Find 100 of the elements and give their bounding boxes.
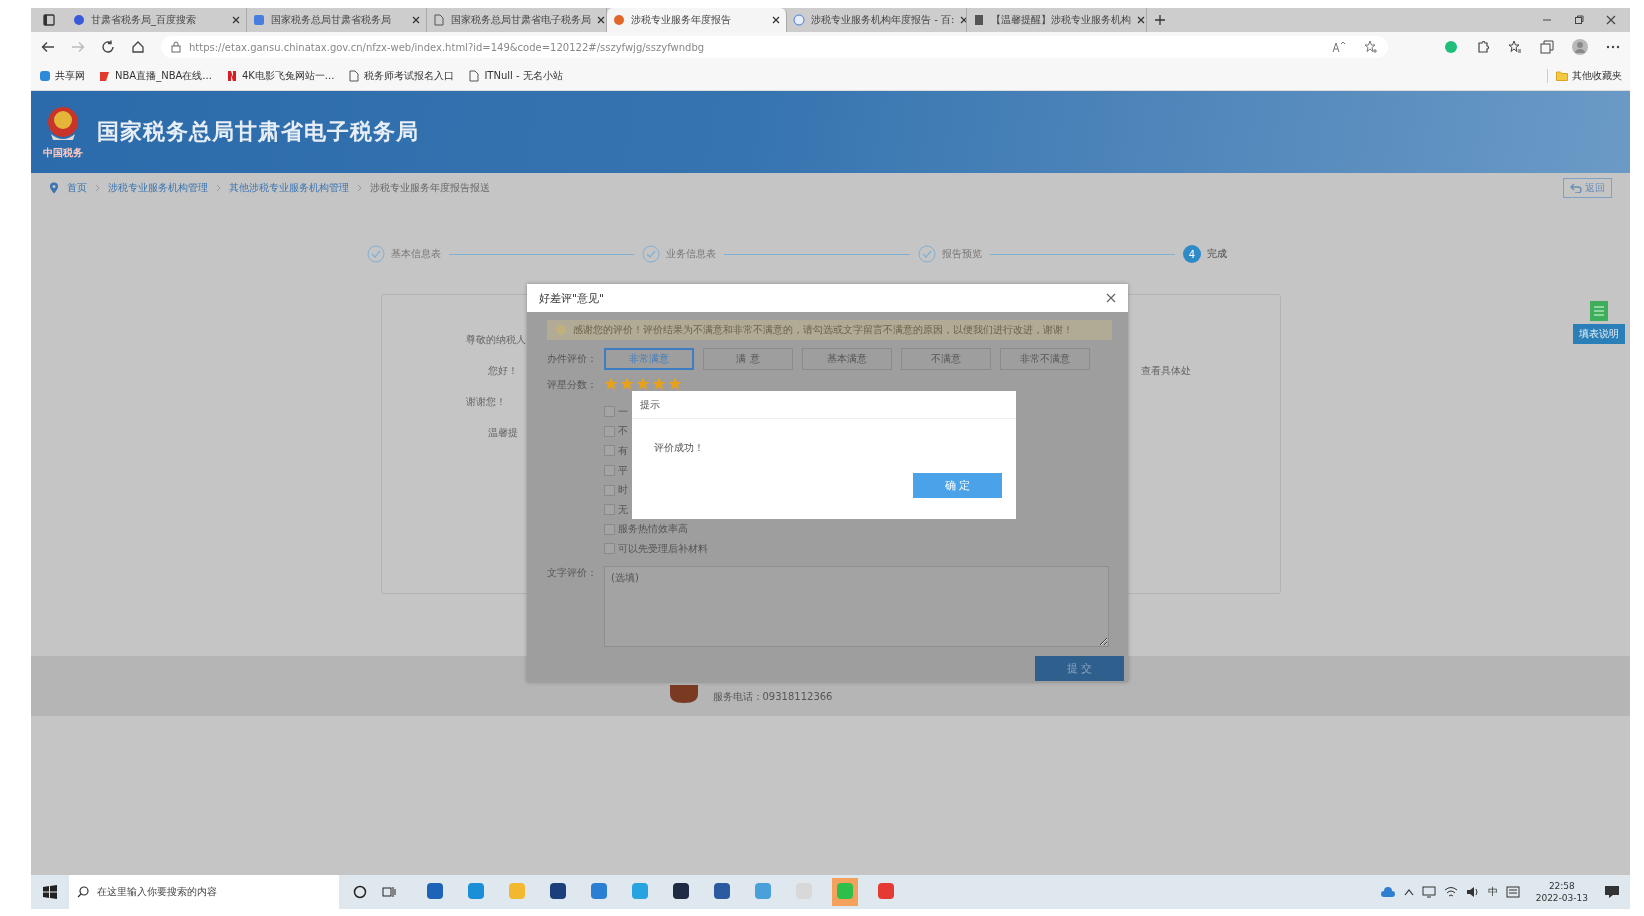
close-icon[interactable] [597,16,605,24]
restore-icon[interactable] [1574,15,1584,25]
check-circle-icon [642,245,661,263]
app-icon[interactable] [712,881,732,901]
input-method-indicator[interactable]: 中 [1487,885,1498,899]
card-text: 温馨提 [486,426,518,440]
site-title: 国家税务总局甘肃省电子税务局 [97,118,419,146]
app-icon[interactable] [671,881,691,901]
refresh-icon[interactable] [101,40,115,54]
puzzle-icon[interactable] [1476,40,1490,54]
chevron-up-icon[interactable] [1403,888,1414,896]
browser-tab[interactable]: 涉税专业服务年度报告 [607,8,787,32]
close-icon[interactable] [232,16,240,24]
site-icon [225,70,238,82]
page-icon [348,70,361,82]
search-icon [77,886,89,898]
favorites-icon[interactable] [1508,40,1522,54]
checkbox[interactable] [604,543,615,555]
bookmark[interactable]: ITNull - 无名小站 [468,69,563,83]
dialog-title: 好差评"意见" [539,290,605,306]
more-icon[interactable] [1606,45,1620,49]
notification-icon[interactable] [1604,885,1620,899]
step-number: 4 [1183,245,1201,263]
bookmark-folder[interactable]: 其他收藏夹 [1547,69,1622,83]
collections-icon[interactable] [1540,40,1554,54]
close-icon[interactable] [1106,293,1116,303]
breadcrumb-current: 涉税专业服务年度报告报送 [370,181,490,195]
notice-text: 感谢您的评价！评价结果为不满意和非常不满意的，请勾选或文字留言不满意的原因，以便我们进行改进，谢谢！ [573,323,1073,337]
clock-time[interactable]: 22:58 [1548,880,1575,892]
checkbox-label: 时 [618,483,628,498]
service-phone: 服务电话：09318112366 [712,690,833,704]
step-label: 报告预览 [941,247,982,261]
star-icon[interactable] [636,376,650,391]
add-favorite-icon[interactable] [1364,40,1378,54]
help-button[interactable]: 填表说明 [1573,324,1625,344]
page-icon [468,70,481,82]
chevron-icon [216,184,221,192]
taskbar-search-field[interactable]: 在这里输入你要搜索的内容 [69,875,339,909]
star-icon[interactable] [652,376,666,391]
star-icon[interactable] [668,376,682,391]
wifi-icon[interactable] [1443,886,1458,898]
star-rating[interactable] [604,376,682,391]
checkbox[interactable] [604,445,615,457]
location-pin-icon [49,182,59,194]
close-icon[interactable] [1137,16,1145,24]
checkbox[interactable] [604,504,615,516]
field-label: 办件评价： [547,352,598,366]
chevron-icon [95,184,100,192]
card-text: 谢谢您！ [465,395,506,409]
close-icon[interactable] [412,16,420,24]
star-icon[interactable] [604,376,618,391]
close-icon[interactable] [960,16,966,24]
checkbox[interactable] [604,406,615,418]
display-icon[interactable] [1421,886,1436,898]
speaker-icon[interactable] [1465,886,1480,898]
checkbox-label: 平 [618,463,628,478]
comment-field[interactable]: (选填) [604,565,1109,647]
checkbox-label: 无 [618,502,628,517]
bookmark[interactable]: 共享网 [39,69,85,83]
check-circle-icon [917,245,936,263]
bookmark[interactable]: NBA直播_NBA在线... [99,69,212,83]
checkbox-label: 不 [618,424,628,439]
profile-icon[interactable] [1572,39,1588,55]
read-aloud-icon[interactable] [1332,41,1346,53]
card-text: 尊敬的纳税人 [465,333,527,347]
windows-icon[interactable] [43,885,57,899]
extension-icon[interactable] [1444,40,1458,54]
circle-icon[interactable] [353,885,367,899]
field-label: 评星分数： [547,378,598,392]
bookmark[interactable]: 4K电影飞兔网站一... [225,69,335,83]
card-text: 您好！ [486,364,518,378]
close-icon[interactable] [772,16,780,24]
alert-message: 评价成功！ [653,441,705,455]
checkbox[interactable] [604,523,615,535]
field-label: 文字评价： [547,565,598,580]
url-text: https://etax.gansu.chinatax.gov.cn/nfzx-web/index.html?id=149&code=120122#/sszyfwjg/sszyfwndbg [189,41,705,53]
close-icon[interactable] [1606,15,1616,25]
chevron-icon [357,184,362,192]
star-icon[interactable] [620,376,634,391]
address-field[interactable]: https://etax.gansu.chinatax.gov.cn/nfzx-web/index.html?id=149&code=120122#/sszyfwjg/sszyfwndbg [161,36,1388,58]
tab-actions-icon[interactable] [43,14,55,26]
checkbox[interactable] [604,425,615,437]
cloud-icon[interactable] [1379,886,1396,898]
task-view-icon[interactable] [382,885,396,899]
checkbox-label: 服务热情效率高 [618,522,688,537]
return-arrow-icon [1570,183,1582,193]
checkbox-label: 有 [618,444,628,458]
clock-date[interactable]: 2022-03-13 [1535,892,1588,904]
site-icon [73,14,85,26]
checkbox[interactable] [604,465,615,477]
bookmark[interactable]: 税务师考试报名入口 [348,69,455,83]
home-icon[interactable] [131,40,145,54]
checkbox[interactable] [604,484,615,496]
new-tab-icon[interactable] [1154,14,1166,26]
step-label: 业务信息表 [666,247,717,261]
dialog-title: 提示 [632,391,1016,419]
keyboard-icon[interactable] [1505,886,1520,898]
back-icon[interactable] [41,41,55,53]
app-icon[interactable] [548,881,568,901]
logo-caption: 中国税务 [43,146,83,160]
